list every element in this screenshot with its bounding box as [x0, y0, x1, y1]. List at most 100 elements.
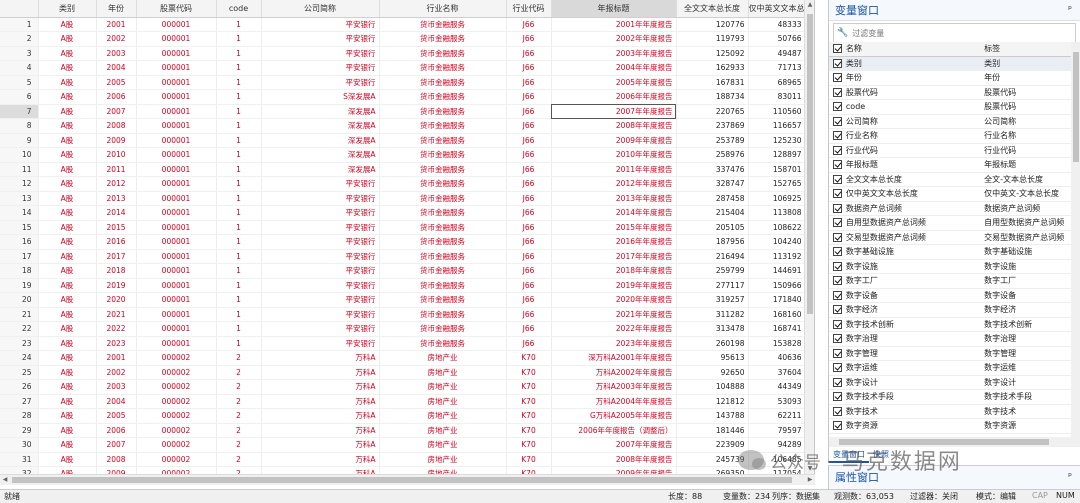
table-cell[interactable]: 货币金融服务 [379, 31, 507, 47]
table-cell[interactable]: 平安银行 [261, 278, 380, 293]
table-cell[interactable]: 深发展A [261, 133, 380, 148]
table-cell[interactable]: 1 [216, 162, 262, 177]
table-cell[interactable]: 1 [216, 89, 262, 105]
table-row[interactable]: 24 A股 2001 000002 2 万科A 房地产业 K70 深万科A2001年年度报告 95… [0, 350, 806, 366]
variable-list-item[interactable]: 数字经济 数字经济 [829, 303, 1071, 318]
table-cell[interactable]: 50766 [748, 31, 806, 47]
row-number-cell[interactable]: 31 [0, 452, 39, 467]
table-cell[interactable]: 000001 [136, 263, 217, 279]
row-number-cell[interactable]: 15 [0, 220, 39, 235]
table-cell[interactable]: 平安银行 [261, 336, 380, 351]
column-header-report-title[interactable]: 年报标题 [551, 0, 677, 18]
table-cell[interactable]: 71713 [748, 60, 806, 76]
table-cell[interactable]: J66 [506, 336, 552, 351]
variable-list-item[interactable]: 数据资产总词频 数据资产总词频 [829, 202, 1071, 216]
variable-checkbox[interactable] [833, 116, 842, 126]
table-cell[interactable]: 平安银行 [261, 321, 380, 337]
column-header-year[interactable]: 年份 [96, 0, 137, 18]
variable-list-item[interactable]: 数字治理 数字治理 [829, 332, 1071, 347]
row-number-cell[interactable]: 23 [0, 336, 39, 351]
table-cell[interactable]: 2012年年度报告 [551, 176, 677, 192]
table-cell[interactable]: 万科A [261, 466, 380, 474]
table-cell[interactable]: A股 [38, 133, 97, 148]
table-cell[interactable]: A股 [38, 205, 97, 221]
table-cell[interactable]: 2008年年度报告 [551, 118, 677, 134]
variable-list-item[interactable]: 全文文本总长度 全文-文本总长度 [829, 173, 1071, 187]
table-cell[interactable]: 2007 [96, 104, 137, 119]
table-cell[interactable]: J66 [506, 278, 552, 293]
row-number-cell[interactable]: 25 [0, 365, 39, 380]
table-cell[interactable]: 167831 [676, 75, 749, 90]
table-cell[interactable]: 2022年年度报告 [551, 321, 677, 337]
table-cell[interactable]: K70 [506, 379, 552, 395]
table-cell[interactable]: 2014 [96, 205, 137, 221]
table-cell[interactable]: 2021年年度报告 [551, 307, 677, 322]
table-cell[interactable]: 000002 [136, 452, 217, 467]
row-number-cell[interactable]: 4 [0, 60, 39, 76]
table-cell[interactable]: 深发展A [261, 147, 380, 163]
grid-horizontal-scrollbar[interactable]: ◀ ▶ [0, 474, 815, 485]
column-header-code[interactable]: code [216, 0, 262, 18]
variable-list-scrollbar[interactable] [1071, 42, 1080, 437]
variable-checkbox[interactable] [833, 87, 842, 97]
variable-checkbox[interactable] [833, 377, 842, 387]
table-cell[interactable]: A股 [38, 379, 97, 395]
table-cell[interactable]: 货币金融服务 [379, 220, 507, 235]
table-cell[interactable]: 171840 [748, 292, 806, 308]
table-cell[interactable]: 000001 [136, 133, 217, 148]
table-cell[interactable]: 万科A [261, 394, 380, 409]
variable-list-item[interactable]: code 股票代码 [829, 100, 1071, 115]
variable-checkbox[interactable] [833, 319, 842, 329]
table-row[interactable]: 18 A股 2018 000001 1 平安银行 货币金融服务 J66 2018年年度报告 259… [0, 263, 806, 279]
row-number-cell[interactable]: 10 [0, 147, 39, 163]
variable-checkbox[interactable] [833, 392, 842, 402]
variable-checkbox[interactable] [833, 232, 842, 242]
table-cell[interactable]: 000001 [136, 249, 217, 264]
table-row[interactable]: 16 A股 2016 000001 1 平安银行 货币金融服务 J66 2016年年度报告 187… [0, 234, 806, 250]
row-number-cell[interactable]: 12 [0, 176, 39, 192]
table-cell[interactable]: 2017 [96, 249, 137, 264]
table-cell[interactable]: 2002年年度报告 [551, 31, 677, 47]
table-cell[interactable]: 平安银行 [261, 31, 380, 47]
table-cell[interactable]: 000001 [136, 336, 217, 351]
table-cell[interactable]: 平安银行 [261, 191, 380, 206]
table-cell[interactable]: 313478 [676, 321, 749, 337]
table-cell[interactable]: A股 [38, 234, 97, 250]
table-cell[interactable]: J66 [506, 176, 552, 192]
variable-list-item[interactable]: 数字设计 数字设计 [829, 376, 1071, 390]
table-cell[interactable]: 000001 [136, 307, 217, 322]
column-header-industry-name[interactable]: 行业名称 [379, 0, 507, 18]
table-cell[interactable]: J66 [506, 162, 552, 177]
table-row[interactable]: 27 A股 2004 000002 2 万科A 房地产业 K70 万科A2004年年度报告 121… [0, 394, 806, 409]
table-cell[interactable]: 245739 [676, 452, 749, 467]
table-cell[interactable]: A股 [38, 394, 97, 409]
variable-checkbox[interactable] [833, 58, 842, 68]
table-cell[interactable]: J66 [506, 17, 552, 32]
table-cell[interactable]: 223909 [676, 437, 749, 453]
table-cell[interactable]: 平安银行 [261, 176, 380, 192]
scroll-thumb[interactable] [12, 477, 792, 483]
row-number-cell[interactable]: 18 [0, 263, 39, 279]
variable-list-hscrollbar[interactable] [829, 437, 1080, 447]
table-cell[interactable]: 2 [216, 452, 262, 467]
table-cell[interactable]: 116657 [748, 118, 806, 134]
table-cell[interactable]: 1 [216, 133, 262, 148]
table-cell[interactable]: 2001年年度报告 [551, 17, 677, 32]
table-cell[interactable]: 117054 [748, 466, 806, 474]
row-number-cell[interactable]: 28 [0, 408, 39, 424]
table-cell[interactable]: 104240 [748, 234, 806, 250]
table-row[interactable]: 28 A股 2005 000002 2 万科A 房地产业 K70 G万科A2005年年度报告 14… [0, 408, 806, 424]
table-cell[interactable]: 平安银行 [261, 220, 380, 235]
column-header-industry-code[interactable]: 行业代码 [506, 0, 552, 18]
variable-list-item[interactable]: 年份 年份 [829, 71, 1071, 86]
table-cell[interactable]: 2007 [96, 437, 137, 453]
table-cell[interactable]: S深发展A [261, 89, 380, 105]
table-cell[interactable]: J66 [506, 249, 552, 264]
row-number-cell[interactable]: 5 [0, 75, 39, 90]
table-cell[interactable]: 万科A [261, 379, 380, 395]
table-cell[interactable]: 1 [216, 176, 262, 192]
table-cell[interactable]: J66 [506, 321, 552, 337]
variable-list-item[interactable]: 数字设备 数字设备 [829, 289, 1071, 303]
table-cell[interactable]: K70 [506, 365, 552, 380]
row-number-cell[interactable]: 17 [0, 249, 39, 264]
